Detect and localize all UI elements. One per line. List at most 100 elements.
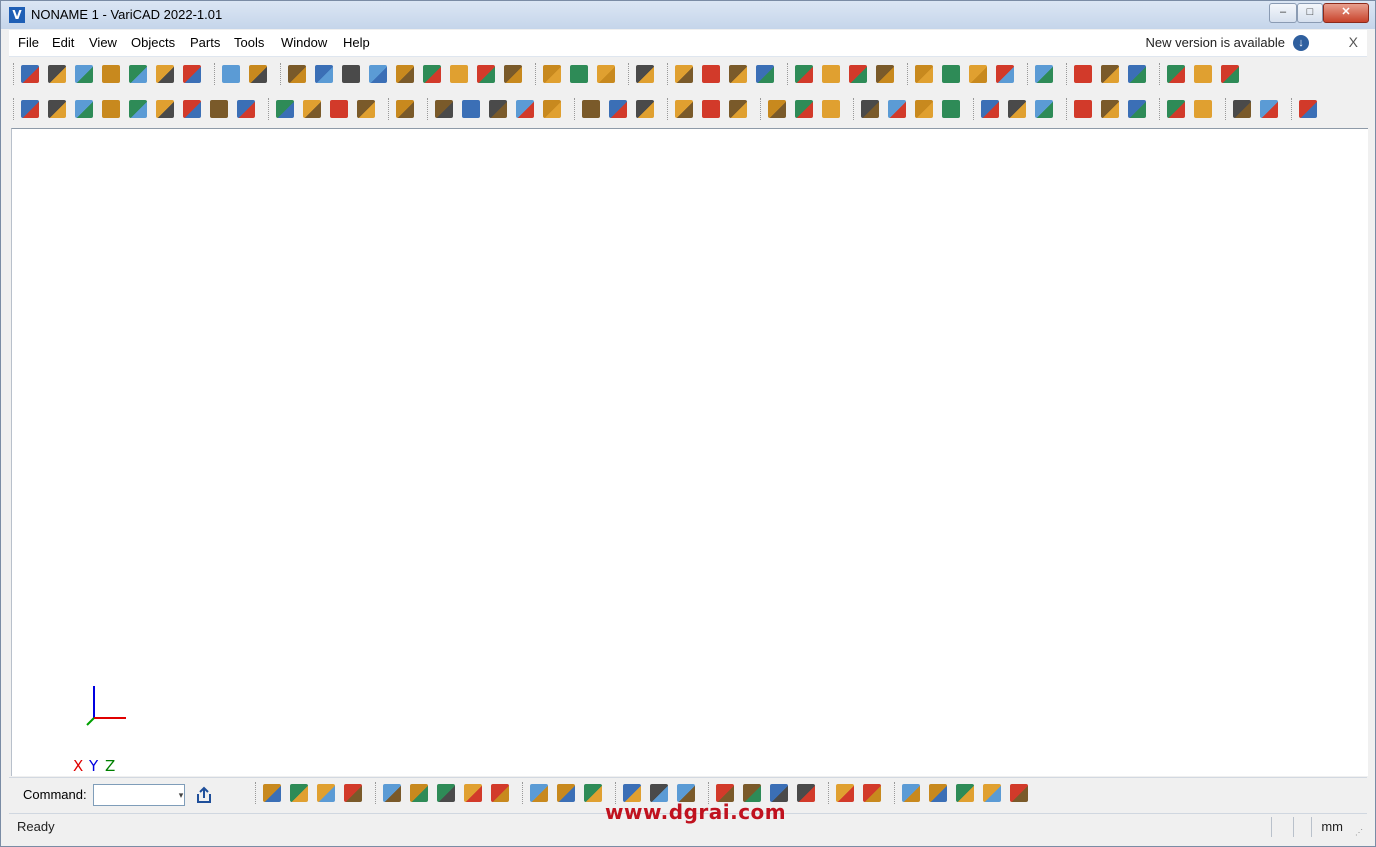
edit-tool-37-icon[interactable] [1101,100,1119,118]
command-tool-1-icon[interactable] [263,784,281,802]
main-tool-33-icon[interactable] [969,65,987,83]
main-tool-21-icon[interactable] [597,65,615,83]
main-tool-7-icon[interactable] [183,65,201,83]
toolbar-grip[interactable] [255,782,258,804]
edit-tool-40-icon[interactable] [1194,100,1212,118]
main-tool-15-icon[interactable] [423,65,441,83]
main-tool-38-icon[interactable] [1128,65,1146,83]
menu-view[interactable]: View [89,35,117,50]
main-tool-35-icon[interactable] [1035,65,1053,83]
edit-tool-16-icon[interactable] [462,100,480,118]
edit-tool-12-icon[interactable] [330,100,348,118]
command-tool-24-icon[interactable] [956,784,974,802]
edit-tool-42-icon[interactable] [1260,100,1278,118]
main-tool-28-icon[interactable] [822,65,840,83]
command-tool-10-icon[interactable] [530,784,548,802]
edit-tool-33-icon[interactable] [981,100,999,118]
main-tool-9-icon[interactable] [249,65,267,83]
edit-tool-32-icon[interactable] [942,100,960,118]
edit-tool-7-icon[interactable] [183,100,201,118]
main-tool-16-icon[interactable] [450,65,468,83]
main-tool-8-icon[interactable] [222,65,240,83]
toolbar-grip[interactable] [894,782,897,804]
toolbar-grip[interactable] [574,98,577,120]
edit-tool-43-icon[interactable] [1299,100,1317,118]
toolbar-grip[interactable] [1066,98,1069,120]
toolbar-grip[interactable] [1291,98,1294,120]
menu-parts[interactable]: Parts [190,35,220,50]
edit-tool-9-icon[interactable] [237,100,255,118]
toolbar-grip[interactable] [667,63,670,85]
main-tool-32-icon[interactable] [942,65,960,83]
main-tool-13-icon[interactable] [369,65,387,83]
main-tool-12-icon[interactable] [342,65,360,83]
menu-file[interactable]: File [18,35,39,50]
main-tool-37-icon[interactable] [1101,65,1119,83]
menu-help[interactable]: Help [343,35,370,50]
edit-tool-4-icon[interactable] [102,100,120,118]
main-tool-39-icon[interactable] [1167,65,1185,83]
edit-tool-3-icon[interactable] [75,100,93,118]
edit-tool-35-icon[interactable] [1035,100,1053,118]
edit-tool-30-icon[interactable] [888,100,906,118]
edit-tool-11-icon[interactable] [303,100,321,118]
edit-tool-2-icon[interactable] [48,100,66,118]
main-tool-19-icon[interactable] [543,65,561,83]
command-tool-6-icon[interactable] [410,784,428,802]
main-tool-34-icon[interactable] [996,65,1014,83]
title-bar[interactable]: V NONAME 1 - VariCAD 2022-1.01 – □ ✕ [1,1,1375,29]
drawing-canvas[interactable] [11,128,1368,776]
edit-tool-20-icon[interactable] [582,100,600,118]
toolbar-grip[interactable] [1066,63,1069,85]
edit-tool-15-icon[interactable] [435,100,453,118]
toolbar-grip[interactable] [535,63,538,85]
toolbar-grip[interactable] [388,98,391,120]
toolbar-grip[interactable] [13,63,16,85]
main-tool-2-icon[interactable] [48,65,66,83]
menu-objects[interactable]: Objects [131,35,175,50]
toolbar-grip[interactable] [973,98,976,120]
main-tool-27-icon[interactable] [795,65,813,83]
toolbar-grip[interactable] [280,63,283,85]
main-tool-41-icon[interactable] [1221,65,1239,83]
edit-tool-36-icon[interactable] [1074,100,1092,118]
edit-tool-1-icon[interactable] [21,100,39,118]
toolbar-grip[interactable] [268,98,271,120]
edit-tool-41-icon[interactable] [1233,100,1251,118]
command-tool-5-icon[interactable] [383,784,401,802]
edit-tool-10-icon[interactable] [276,100,294,118]
command-tool-11-icon[interactable] [557,784,575,802]
main-tool-5-icon[interactable] [129,65,147,83]
edit-tool-18-icon[interactable] [516,100,534,118]
edit-tool-29-icon[interactable] [861,100,879,118]
command-tool-9-icon[interactable] [491,784,509,802]
command-input[interactable] [93,784,185,806]
edit-tool-34-icon[interactable] [1008,100,1026,118]
toolbar-grip[interactable] [907,63,910,85]
toolbar-grip[interactable] [13,98,16,120]
main-tool-25-icon[interactable] [729,65,747,83]
command-tool-26-icon[interactable] [1010,784,1028,802]
main-tool-30-icon[interactable] [876,65,894,83]
edit-tool-26-icon[interactable] [768,100,786,118]
command-tool-22-icon[interactable] [902,784,920,802]
command-tool-8-icon[interactable] [464,784,482,802]
toolbar-grip[interactable] [522,782,525,804]
command-tool-4-icon[interactable] [344,784,362,802]
toolbar-grip[interactable] [1225,98,1228,120]
command-tool-20-icon[interactable] [836,784,854,802]
close-button[interactable]: ✕ [1323,3,1369,23]
main-tool-31-icon[interactable] [915,65,933,83]
main-tool-3-icon[interactable] [75,65,93,83]
main-tool-14-icon[interactable] [396,65,414,83]
main-tool-36-icon[interactable] [1074,65,1092,83]
edit-tool-19-icon[interactable] [543,100,561,118]
edit-tool-28-icon[interactable] [822,100,840,118]
command-tool-12-icon[interactable] [584,784,602,802]
download-arrow-icon[interactable]: ↓ [1293,35,1309,51]
toolbar-grip[interactable] [828,782,831,804]
command-tool-2-icon[interactable] [290,784,308,802]
edit-tool-14-icon[interactable] [396,100,414,118]
main-tool-4-icon[interactable] [102,65,120,83]
toolbar-grip[interactable] [427,98,430,120]
